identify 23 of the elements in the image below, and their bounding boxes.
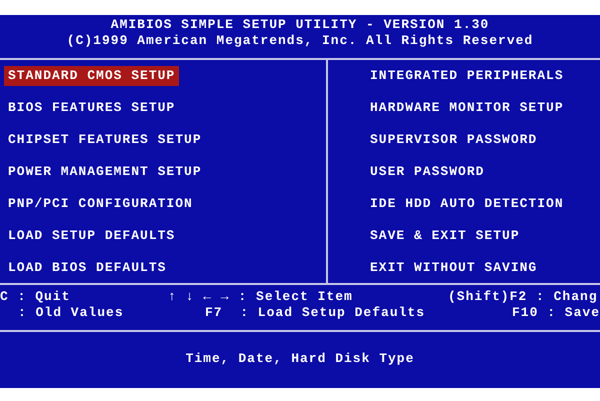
key-hint: : Old Values <box>17 305 125 321</box>
setup-title: AMIBIOS SIMPLE SETUP UTILITY - VERSION 1.30 <box>110 17 490 33</box>
menu-item[interactable]: EXIT WITHOUT SAVING <box>366 258 542 278</box>
menu-item[interactable]: STANDARD CMOS SETUP <box>4 66 180 86</box>
menu-item[interactable]: LOAD BIOS DEFAULTS <box>4 258 170 278</box>
menu-item[interactable]: SUPERVISOR PASSWORD <box>366 130 542 150</box>
key-hint: ↑ ↓ ← → : Select Item <box>168 289 354 305</box>
menu-item[interactable]: PNP/PCI CONFIGURATION <box>4 194 197 214</box>
menu-item[interactable]: HARDWARE MONITOR SETUP <box>366 98 568 118</box>
menu-item[interactable]: SAVE & EXIT SETUP <box>366 226 524 246</box>
menu-item[interactable]: USER PASSWORD <box>366 162 488 182</box>
copyright-notice: (C)1999 American Megatrends, Inc. All Rights Reserved <box>66 33 534 49</box>
key-hint: F10 : Save <box>510 305 600 321</box>
menu-item[interactable]: LOAD SETUP DEFAULTS <box>4 226 180 246</box>
menu-item[interactable]: IDE HDD AUTO DETECTION <box>366 194 568 214</box>
menu-item[interactable]: BIOS FEATURES SETUP <box>4 98 180 118</box>
menu-item[interactable]: CHIPSET FEATURES SETUP <box>4 130 206 150</box>
menu-item[interactable]: INTEGRATED PERIPHERALS <box>366 66 568 86</box>
menu-item[interactable]: POWER MANAGEMENT SETUP <box>4 162 206 182</box>
item-description: Time, Date, Hard Disk Type <box>186 350 414 368</box>
key-hint: F7 : Load Setup Defaults <box>204 305 426 321</box>
key-hint: (Shift)F2 : Chang <box>448 289 599 305</box>
key-hint: C : Quit <box>0 289 72 305</box>
